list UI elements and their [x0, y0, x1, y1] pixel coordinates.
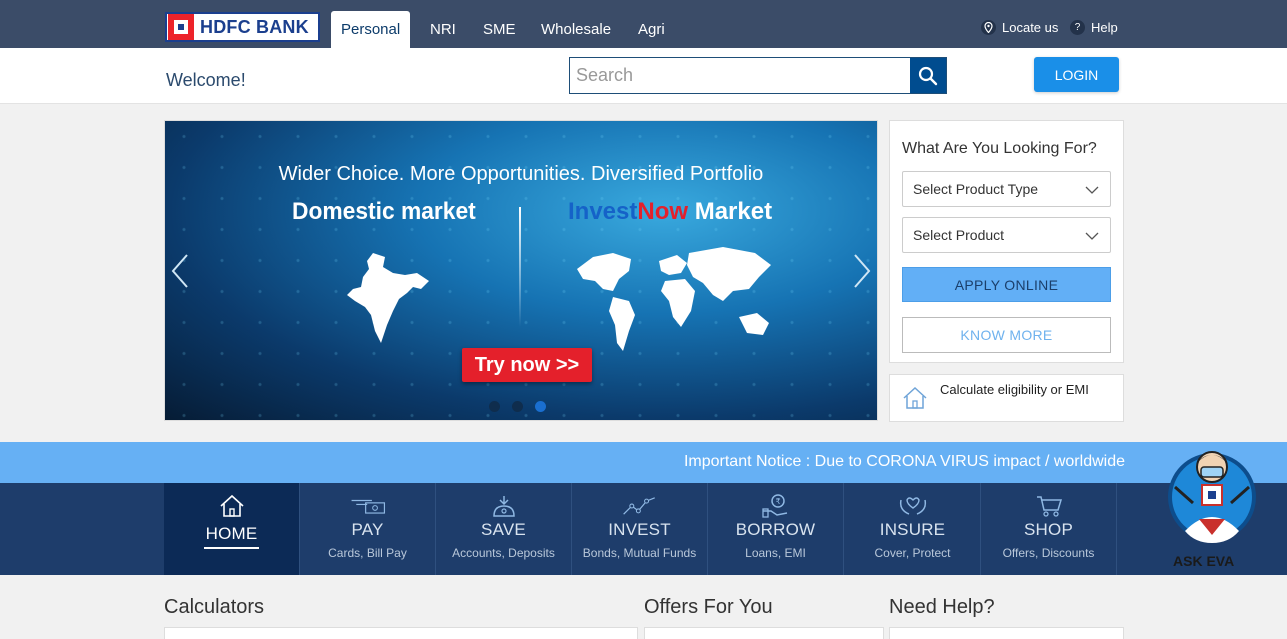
nav-save-sub: Accounts, Deposits: [452, 546, 555, 560]
need-help-panel: [889, 627, 1124, 639]
nav-borrow-title: BORROW: [735, 520, 816, 539]
nav-invest-title: INVEST: [608, 520, 671, 539]
nav-home[interactable]: HOME: [164, 483, 300, 575]
know-more-button[interactable]: KNOW MORE: [902, 317, 1111, 353]
india-map-icon: [347, 253, 429, 343]
login-button[interactable]: LOGIN: [1034, 57, 1119, 92]
nav-shop-sub: Offers, Discounts: [1002, 546, 1095, 560]
protect-hands-icon: [895, 493, 931, 519]
notice-text: Important Notice : Due to CORONA VIRUS i…: [683, 453, 1125, 470]
banner-invest-part: Invest: [568, 198, 638, 225]
promo-banner[interactable]: Wider Choice. More Opportunities. Divers…: [164, 120, 878, 421]
header-bar: Welcome! LOGIN: [0, 48, 1287, 104]
try-now-button[interactable]: Try now >>: [462, 348, 592, 382]
need-help-heading: Need Help?: [889, 596, 995, 618]
home-icon: [214, 493, 250, 519]
ask-eva-chatbot[interactable]: ASK EVA: [1163, 447, 1261, 571]
apply-online-button[interactable]: APPLY ONLINE: [902, 267, 1111, 302]
banner-next-arrow[interactable]: [849, 251, 873, 291]
search-button[interactable]: [910, 58, 946, 93]
banner-divider: [519, 207, 521, 327]
product-finder-title: What Are You Looking For?: [902, 140, 1097, 157]
help-link[interactable]: ? Help: [1070, 20, 1118, 35]
search-icon: [918, 66, 938, 85]
banner-prev-arrow[interactable]: [169, 251, 193, 291]
search-box: [569, 57, 947, 94]
calculators-panel: [164, 627, 638, 639]
nav-save-title: SAVE: [481, 520, 526, 539]
tab-agri[interactable]: Agri: [628, 11, 675, 48]
nav-save[interactable]: SAVE Accounts, Deposits: [436, 483, 572, 575]
calculate-eligibility-link[interactable]: Calculate eligibility or EMI: [889, 374, 1124, 422]
nav-insure[interactable]: INSURE Cover, Protect: [845, 483, 981, 575]
calculate-eligibility-label: Calculate eligibility or EMI: [940, 382, 1089, 397]
loan-hand-icon: ₹: [758, 493, 794, 519]
chevron-right-icon: [854, 254, 871, 288]
nav-pay-title: PAY: [351, 520, 384, 539]
nav-shop-title: SHOP: [1024, 520, 1073, 539]
banner-now-part: Now: [637, 198, 689, 225]
tab-wholesale[interactable]: Wholesale: [531, 11, 621, 48]
locate-us-label: Locate us: [1002, 20, 1059, 35]
banner-investnow-label: InvestNow Market: [568, 198, 772, 226]
brand-name: HDFC BANK: [200, 16, 309, 37]
banner-domestic-label: Domestic market: [292, 198, 476, 225]
nav-pay[interactable]: PAY Cards, Bill Pay: [300, 483, 436, 575]
nav-insure-sub: Cover, Protect: [874, 546, 951, 560]
notice-bar[interactable]: Important Notice : Due to CORONA VIRUS i…: [0, 442, 1287, 483]
chevron-down-icon: [1085, 186, 1099, 194]
hdfc-logo-mark-icon: [168, 14, 194, 40]
home-outline-icon: [903, 386, 927, 409]
card-icon: [350, 493, 386, 519]
nav-pay-sub: Cards, Bill Pay: [328, 546, 407, 560]
nav-borrow[interactable]: ₹ BORROW Loans, EMI: [708, 483, 844, 575]
banner-headline: Wider Choice. More Opportunities. Divers…: [278, 163, 764, 185]
question-icon: ?: [1070, 20, 1085, 35]
top-bar: HDFC BANK Personal NRI SME Wholesale Agr…: [0, 0, 1287, 48]
world-map-icon: [577, 247, 771, 351]
product-select-value: Select Product: [913, 227, 1005, 243]
offers-heading: Offers For You: [644, 596, 773, 618]
ask-eva-label: ASK EVA: [1173, 553, 1235, 569]
nav-borrow-sub: Loans, EMI: [745, 546, 806, 560]
main-nav: HOME PAY Cards, Bill Pay SAVE Accounts, …: [0, 483, 1287, 575]
nav-active-underline: [204, 547, 259, 549]
offers-panel: [644, 627, 884, 639]
help-label: Help: [1091, 20, 1118, 35]
location-pin-icon: [981, 20, 996, 35]
hdfc-logo[interactable]: HDFC BANK: [165, 12, 320, 42]
product-finder-panel: What Are You Looking For? Select Product…: [889, 120, 1124, 363]
tab-sme[interactable]: SME: [473, 11, 526, 48]
chevron-left-icon: [171, 254, 188, 288]
banner-dot-3[interactable]: [535, 401, 546, 412]
svg-text:₹: ₹: [775, 497, 780, 506]
tab-nri[interactable]: NRI: [420, 11, 466, 48]
growth-chart-icon: [622, 493, 658, 519]
nav-shop[interactable]: SHOP Offers, Discounts: [981, 483, 1117, 575]
banner-dot-1[interactable]: [489, 401, 500, 412]
chevron-down-icon: [1085, 232, 1099, 240]
tab-personal[interactable]: Personal: [331, 11, 411, 48]
cart-icon: [1031, 493, 1067, 519]
product-type-select-value: Select Product Type: [913, 181, 1039, 197]
nav-invest[interactable]: INVEST Bonds, Mutual Funds: [572, 483, 708, 575]
savings-icon: [486, 493, 522, 519]
search-input[interactable]: [570, 58, 910, 93]
calculators-heading: Calculators: [164, 596, 265, 618]
locate-us-link[interactable]: Locate us: [981, 20, 1058, 35]
nav-insure-title: INSURE: [879, 520, 946, 539]
banner-dot-2[interactable]: [512, 401, 523, 412]
nav-invest-sub: Bonds, Mutual Funds: [582, 546, 697, 560]
product-select[interactable]: Select Product: [902, 217, 1111, 253]
welcome-text: Welcome!: [166, 70, 246, 90]
nav-home-title: HOME: [205, 524, 258, 543]
banner-market-part: Market: [688, 198, 773, 225]
banner-pagination: [489, 401, 546, 412]
eva-avatar-icon: [1168, 451, 1256, 543]
product-type-select[interactable]: Select Product Type: [902, 171, 1111, 207]
